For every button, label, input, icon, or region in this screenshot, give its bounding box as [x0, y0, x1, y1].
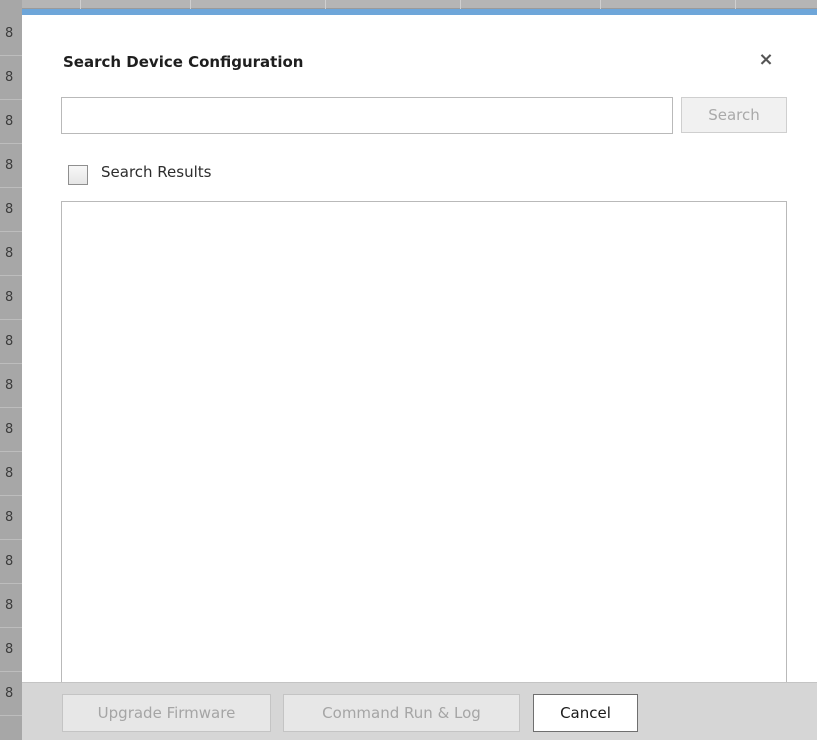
- background-row: 8: [0, 232, 22, 276]
- cancel-button[interactable]: Cancel: [533, 694, 638, 732]
- search-input[interactable]: [61, 97, 673, 134]
- close-icon[interactable]: ×: [755, 49, 777, 71]
- background-row: 8: [0, 320, 22, 364]
- background-row: 8: [0, 452, 22, 496]
- background-row: 8: [0, 100, 22, 144]
- dialog-footer: Upgrade Firmware Command Run & Log Cance…: [22, 682, 817, 740]
- background-row: 8: [0, 12, 22, 56]
- background-row: 8: [0, 364, 22, 408]
- search-results-label: Search Results: [101, 163, 212, 181]
- command-run-log-button[interactable]: Command Run & Log: [283, 694, 520, 732]
- background-row: 8: [0, 144, 22, 188]
- background-row: 8: [0, 584, 22, 628]
- background-row: 8: [0, 496, 22, 540]
- background-row: 8: [0, 540, 22, 584]
- search-button[interactable]: Search: [681, 97, 787, 133]
- search-device-configuration-dialog: Search Device Configuration × Search Sea…: [22, 9, 817, 740]
- upgrade-firmware-button[interactable]: Upgrade Firmware: [62, 694, 271, 732]
- background-header: [0, 0, 817, 9]
- background-row: 8: [0, 56, 22, 100]
- background-row: 8: [0, 408, 22, 452]
- dialog-title: Search Device Configuration: [63, 53, 304, 71]
- background-row: 8: [0, 628, 22, 672]
- background-row: 8: [0, 672, 22, 716]
- background-row: 8: [0, 188, 22, 232]
- search-results-list[interactable]: [61, 201, 787, 691]
- background-row: 8: [0, 276, 22, 320]
- search-results-checkbox[interactable]: [68, 165, 88, 185]
- background-table-column: 8 8 8 8 8 8 8 8 8 8 8 8 8 8 8 8: [0, 0, 22, 740]
